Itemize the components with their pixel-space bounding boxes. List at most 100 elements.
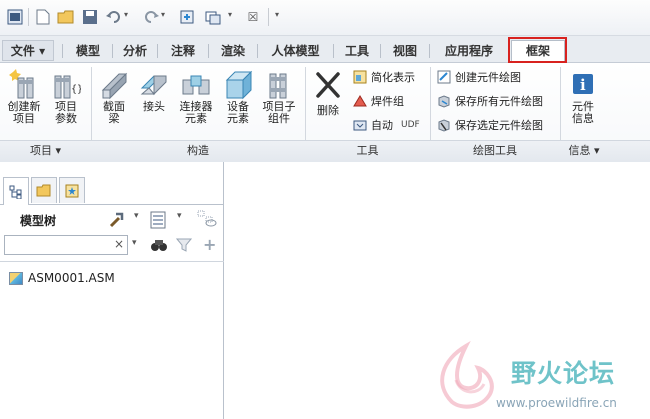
search-input[interactable] (5, 236, 109, 254)
undo-icon[interactable] (105, 8, 123, 26)
search-field[interactable]: × (4, 235, 128, 255)
project-params-button[interactable]: {} 项目 参数 (48, 67, 84, 125)
watermark-url: www.proewildfire.cn (496, 396, 617, 410)
chevron-down-icon: ▾ (55, 144, 62, 157)
folder-browser-tab[interactable] (31, 177, 57, 203)
quick-access-toolbar: ▾ ▾ ▾ ☒ ▾ (0, 0, 650, 36)
navigator-tabs (0, 175, 224, 205)
save-all-drawings-label: 保存所有元件绘图 (455, 95, 543, 108)
new-icon[interactable] (34, 8, 52, 26)
tree-item-assembly[interactable]: ASM0001.ASM (9, 271, 115, 285)
group-tools-label: 工具 (305, 140, 430, 162)
delete-icon (312, 67, 344, 101)
create-drawing-icon (436, 69, 452, 85)
project-params-label-2: 参数 (55, 112, 77, 125)
undo-dropdown-icon[interactable]: ▾ (124, 10, 128, 19)
save-selected-drawings-button[interactable]: 保存选定元件绘图 (436, 115, 543, 135)
tab-model[interactable]: 模型 (64, 41, 112, 61)
tab-divider (62, 44, 63, 58)
app-window-icon[interactable] (6, 8, 24, 26)
group-info-label: 信息 (568, 144, 591, 157)
chevron-down-icon: ▾ (593, 144, 600, 157)
save-selected-drawings-label: 保存选定元件绘图 (455, 119, 543, 132)
settings-dropdown-icon[interactable]: ▾ (134, 211, 139, 221)
weld-group-button[interactable]: 焊件组 (352, 91, 404, 111)
tree-separator (0, 261, 224, 262)
find-icon[interactable] (150, 237, 168, 256)
simplified-rep-label: 简化表示 (371, 71, 415, 84)
auto-udf-button[interactable]: 自动 UDF (352, 115, 420, 135)
create-project-button[interactable]: 创建新 项目 (4, 67, 44, 125)
connector-element-icon (180, 67, 212, 101)
show-dropdown-icon[interactable]: ▾ (177, 211, 182, 221)
watermark-logo: 野火论坛 www.proewildfire.cn (426, 340, 646, 415)
weld-group-label: 焊件组 (371, 95, 404, 108)
connector-element-button[interactable]: 连接器 元素 (176, 67, 216, 125)
create-drawing-button[interactable]: 创建元件绘图 (436, 67, 521, 87)
delete-label: 删除 (317, 104, 339, 117)
simplified-rep-button[interactable]: 简化表示 (352, 67, 415, 87)
toolbar-separator (268, 8, 269, 26)
tab-file[interactable]: 文件 ▾ (2, 40, 54, 61)
redo-icon[interactable] (142, 8, 160, 26)
chevron-down-icon: ▾ (39, 44, 46, 58)
udf-label: UDF (401, 120, 420, 130)
weld-group-icon (352, 93, 368, 109)
search-dropdown-icon[interactable]: ▾ (132, 238, 137, 248)
section-beam-icon (98, 67, 130, 101)
element-info-label-2: 信息 (572, 112, 594, 125)
tab-annotate[interactable]: 注释 (158, 41, 208, 61)
favorites-icon (65, 184, 79, 197)
filter-icon[interactable] (175, 237, 193, 256)
save-all-drawings-icon (436, 93, 452, 109)
delete-button[interactable]: 删除 (310, 67, 346, 117)
settings-tools-icon[interactable] (108, 211, 126, 232)
tab-analysis[interactable]: 分析 (113, 41, 157, 61)
create-project-label-2: 项目 (13, 112, 35, 125)
equipment-element-icon (222, 67, 254, 101)
redo-dropdown-icon[interactable]: ▾ (161, 10, 165, 19)
hidden-items-icon[interactable] (196, 209, 218, 232)
save-all-drawings-button[interactable]: 保存所有元件绘图 (436, 91, 543, 111)
group-project-dropdown[interactable]: 项目 ▾ (0, 140, 91, 162)
highlight-box (508, 37, 567, 63)
joint-icon (138, 67, 170, 101)
tab-applications[interactable]: 应用程序 (430, 41, 508, 61)
favorites-tab[interactable] (59, 177, 85, 203)
project-sub-assembly-icon (263, 67, 295, 101)
info-icon: i (567, 67, 599, 101)
model-tree-tab[interactable] (3, 177, 29, 205)
project-sub-assembly-label-2: 组件 (268, 112, 290, 125)
element-info-button[interactable]: i 元件 信息 (566, 67, 600, 125)
tab-tools[interactable]: 工具 (334, 41, 380, 61)
app-window: ▾ ▾ ▾ ☒ ▾ 文件 ▾ 模型 分析 注释 渲染 人体模型 工具 视图 应用… (0, 0, 650, 419)
save-icon[interactable] (81, 8, 99, 26)
show-columns-icon[interactable] (150, 211, 166, 232)
equipment-element-button[interactable]: 设备 元素 (221, 67, 255, 125)
model-tree-header: 模型树 ▾ ▾ (0, 206, 224, 234)
close-icon[interactable]: × (114, 237, 124, 251)
equipment-element-label-2: 元素 (227, 112, 249, 125)
joint-button[interactable]: 接头 (136, 67, 172, 113)
tab-view[interactable]: 视图 (381, 41, 429, 61)
regenerate-icon[interactable] (178, 8, 196, 26)
customize-icon[interactable]: ▾ (275, 10, 279, 19)
windows-dropdown-icon[interactable]: ▾ (228, 10, 232, 19)
watermark-title: 野火论坛 (511, 359, 616, 388)
section-beam-label-2: 梁 (108, 112, 120, 125)
group-bar-filler (608, 140, 650, 162)
close-window-icon[interactable]: ☒ (244, 8, 262, 26)
add-icon[interactable]: + (203, 235, 216, 254)
windows-icon[interactable] (204, 8, 222, 26)
toolbar-separator (28, 8, 29, 26)
group-project-label: 项目 (29, 144, 52, 157)
open-icon[interactable] (57, 8, 75, 26)
tree-item-label: ASM0001.ASM (28, 271, 115, 285)
ribbon-panel: 创建新 项目 {} 项目 参数 截面 梁 接头 (0, 63, 650, 162)
group-drawing-tools-label: 绘图工具 (430, 140, 560, 162)
section-beam-button[interactable]: 截面 梁 (96, 67, 132, 125)
group-info-dropdown[interactable]: 信息 ▾ (560, 140, 608, 162)
tab-manikin[interactable]: 人体模型 (258, 41, 333, 61)
project-sub-assembly-button[interactable]: 项目子 组件 (259, 67, 299, 125)
tab-render[interactable]: 渲染 (209, 41, 257, 61)
